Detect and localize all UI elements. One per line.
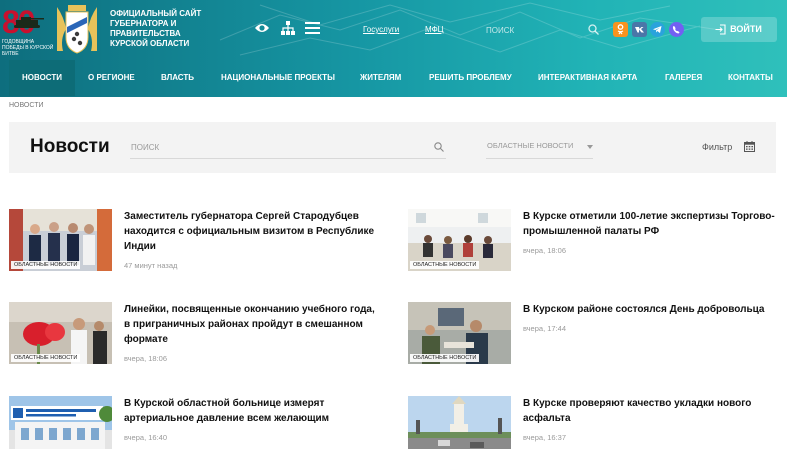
news-thumbnail[interactable]: ОБЛАСТНЫЕ НОВОСТИ (408, 209, 511, 271)
news-title[interactable]: В Курске проверяют качество укладки ново… (523, 396, 778, 426)
telegram-icon[interactable] (650, 22, 665, 37)
site-title[interactable]: ОФИЦИАЛЬНЫЙ САЙТ ГУБЕРНАТОРА И ПРАВИТЕЛЬ… (110, 9, 220, 49)
news-time: вчера, 16:40 (124, 433, 168, 442)
main-nav: НОВОСТИ О РЕГИОНЕ ВЛАСТЬ НАЦИОНАЛЬНЫЕ ПР… (0, 60, 787, 96)
viber-icon[interactable] (669, 22, 684, 37)
nav-item-news[interactable]: НОВОСТИ (9, 60, 75, 96)
news-search (130, 137, 446, 159)
news-thumbnail[interactable]: ОБЛАСТНЫЕ НОВОСТИ (408, 302, 511, 364)
anniversary-logo[interactable]: 80 ГОДОВЩИНА ПОБЕДЫ В КУРСКОЙ БИТВЕ (2, 5, 53, 57)
nav-item-interactive-map[interactable]: ИНТЕРАКТИВНАЯ КАРТА (538, 60, 637, 96)
header-search (485, 20, 601, 41)
news-item[interactable]: ОБЛАСТНЫЕ НОВОСТИ В Курске отметили 100-… (408, 209, 778, 279)
news-thumbnail[interactable]: ОБЛАСТНЫЕ НОВОСТИ (9, 302, 112, 364)
news-title[interactable]: В Курском районе состоялся День добровол… (523, 302, 778, 317)
chevron-down-icon (587, 145, 593, 149)
news-time: 47 минут назад (124, 261, 178, 270)
search-icon[interactable] (588, 24, 599, 35)
category-value: ОБЛАСТНЫЕ НОВОСТИ (487, 141, 574, 150)
news-category-badge: ОБЛАСТНЫЕ НОВОСТИ (11, 354, 81, 362)
news-item[interactable]: ОБЛАСТНЫЕ НОВОСТИ Линейки, посвященные о… (9, 302, 379, 372)
nav-item-region[interactable]: О РЕГИОНЕ (88, 60, 135, 96)
tank-icon (14, 17, 44, 28)
news-title[interactable]: Линейки, посвященные окончанию учебного … (124, 302, 379, 347)
news-time: вчера, 16:37 (523, 433, 567, 442)
news-item[interactable]: В Курске проверяют качество укладки ново… (408, 396, 778, 449)
calendar-icon[interactable] (744, 141, 755, 152)
nav-item-residents[interactable]: ЖИТЕЛЯМ (360, 60, 401, 96)
gosuslugi-link[interactable]: Госуслуги (363, 25, 399, 34)
news-filter-bar: Новости ОБЛАСТНЫЕ НОВОСТИ Фильтр (9, 122, 776, 173)
news-thumbnail[interactable] (9, 396, 112, 449)
visually-impaired-eye-icon[interactable] (254, 22, 270, 34)
news-category-badge: ОБЛАСТНЫЕ НОВОСТИ (11, 261, 81, 269)
mfc-link[interactable]: МФЦ (425, 25, 444, 34)
header-search-input[interactable] (485, 20, 601, 41)
news-thumbnail[interactable] (408, 396, 511, 449)
news-search-input[interactable] (130, 137, 446, 158)
odnoklassniki-icon[interactable] (613, 22, 628, 37)
news-category-badge: ОБЛАСТНЫЕ НОВОСТИ (410, 261, 480, 269)
coat-of-arms-icon[interactable] (54, 5, 100, 55)
news-time: вчера, 17:44 (523, 324, 567, 333)
news-item[interactable]: ОБЛАСТНЫЕ НОВОСТИ В Курском районе состо… (408, 302, 778, 372)
search-icon[interactable] (434, 142, 444, 152)
nav-item-contacts[interactable]: КОНТАКТЫ (728, 60, 773, 96)
vk-icon[interactable] (632, 22, 647, 37)
nav-item-government[interactable]: ВЛАСТЬ (161, 60, 194, 96)
news-title[interactable]: В Курской областной больнице измерят арт… (124, 396, 379, 426)
filter-label[interactable]: Фильтр (702, 142, 732, 152)
anniversary-text: ГОДОВЩИНА ПОБЕДЫ В КУРСКОЙ БИТВЕ (2, 39, 54, 57)
news-title[interactable]: В Курске отметили 100-летие экспертизы Т… (523, 209, 778, 239)
site-header: 80 ГОДОВЩИНА ПОБЕДЫ В КУРСКОЙ БИТВЕ ОФИЦ… (0, 0, 787, 97)
news-title[interactable]: Заместитель губернатора Сергей Стародубц… (124, 209, 379, 254)
news-thumbnail[interactable]: ОБЛАСТНЫЕ НОВОСТИ (9, 209, 112, 271)
category-select[interactable]: ОБЛАСТНЫЕ НОВОСТИ (486, 137, 593, 159)
breadcrumb[interactable]: НОВОСТИ (9, 102, 44, 109)
login-icon (715, 24, 726, 35)
login-label: ВОЙТИ (730, 24, 762, 34)
page-title: Новости (30, 136, 110, 157)
nav-item-gallery[interactable]: ГАЛЕРЕЯ (665, 60, 702, 96)
nav-item-solve-problem[interactable]: РЕШИТЬ ПРОБЛЕМУ (429, 60, 512, 96)
login-button[interactable]: ВОЙТИ (701, 17, 777, 42)
news-time: вчера, 18:06 (124, 354, 168, 363)
news-item[interactable]: В Курской областной больнице измерят арт… (9, 396, 379, 449)
news-item[interactable]: ОБЛАСТНЫЕ НОВОСТИ Заместитель губернатор… (9, 209, 379, 279)
nav-item-national-projects[interactable]: НАЦИОНАЛЬНЫЕ ПРОЕКТЫ (221, 60, 335, 96)
news-time: вчера, 18:06 (523, 246, 567, 255)
sitemap-icon[interactable] (281, 21, 295, 35)
hamburger-menu-icon[interactable] (305, 22, 320, 34)
news-category-badge: ОБЛАСТНЫЕ НОВОСТИ (410, 354, 480, 362)
